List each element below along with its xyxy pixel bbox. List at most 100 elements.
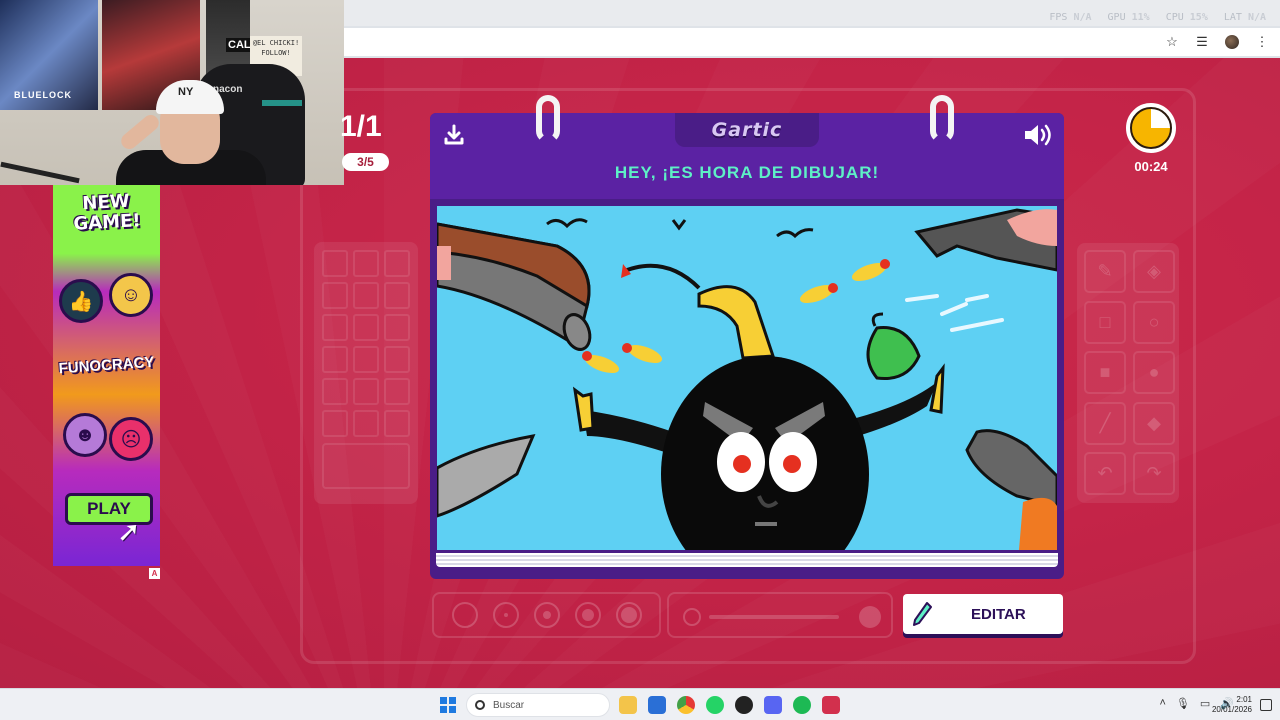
taskbar-search[interactable]: Buscar: [466, 693, 610, 717]
color-swatch[interactable]: [353, 314, 379, 341]
bucket-icon[interactable]: ◆: [1133, 401, 1175, 445]
color-swatch[interactable]: [384, 378, 410, 405]
brush-size-selector: [432, 592, 661, 638]
color-swatch[interactable]: [384, 282, 410, 309]
rect-fill-icon[interactable]: ■: [1084, 351, 1126, 395]
angry-face-icon: ☹: [109, 417, 153, 461]
circle-fill-icon[interactable]: ●: [1133, 351, 1175, 395]
cap-logo: NY: [178, 86, 194, 98]
address-bar[interactable]: [340, 28, 1280, 56]
knife-bottom-left: [437, 434, 536, 518]
custom-color-slot[interactable]: [322, 443, 410, 489]
binder-ring: [536, 95, 560, 143]
poster-title: BLUELOCK: [14, 90, 72, 100]
perf-gpu: GPU 11%: [1107, 12, 1150, 23]
rect-outline-icon[interactable]: □: [1084, 300, 1126, 344]
color-swatch[interactable]: [353, 378, 379, 405]
edit-button-label: EDITAR: [971, 605, 1026, 623]
eraser-icon[interactable]: ◈: [1133, 250, 1175, 293]
color-swatch[interactable]: [384, 314, 410, 341]
color-swatch[interactable]: [353, 250, 379, 277]
bullet-doodle: [851, 259, 890, 282]
color-swatch[interactable]: [353, 410, 379, 437]
discord-icon[interactable]: [764, 696, 782, 714]
media-control-icon[interactable]: ☰: [1194, 34, 1210, 50]
green-bomb: [866, 326, 921, 381]
browser-toolbar-icons: ☆ ☰ ⋮: [1164, 34, 1270, 50]
color-swatch[interactable]: [353, 282, 379, 309]
ad-brand: FUNOCRACY: [58, 353, 155, 378]
color-swatch[interactable]: [384, 250, 410, 277]
chrome-icon[interactable]: [677, 696, 695, 714]
circle-outline-icon[interactable]: ○: [1133, 300, 1175, 344]
bullet-doodle: [582, 351, 620, 374]
speaker-icon[interactable]: [1022, 123, 1054, 147]
color-swatch[interactable]: [322, 250, 348, 277]
opacity-handle[interactable]: [859, 606, 881, 628]
color-swatch[interactable]: [322, 282, 348, 309]
spotify-icon[interactable]: [793, 696, 811, 714]
file-explorer-icon[interactable]: [619, 696, 637, 714]
brush-size-5[interactable]: [615, 602, 642, 628]
chainsaw: [965, 429, 1057, 508]
color-swatch[interactable]: [353, 346, 379, 373]
search-icon: [475, 700, 485, 710]
drawing-canvas[interactable]: [434, 203, 1060, 553]
character-face-icon: ☺: [109, 273, 153, 317]
color-swatch[interactable]: [384, 346, 410, 373]
star-icon[interactable]: ☆: [1164, 34, 1180, 50]
bird-doodle: [776, 228, 814, 239]
edit-button[interactable]: EDITAR: [903, 594, 1063, 634]
color-palette: [314, 242, 418, 504]
drawing-artwork: [437, 208, 1057, 550]
tool-panel: ✎ ◈ □ ○ ■ ● ╱ ◆ ↶ ↷: [1077, 243, 1179, 503]
store-icon[interactable]: [648, 696, 666, 714]
pencil-icon[interactable]: ✎: [1084, 250, 1126, 293]
wind-lines: [905, 294, 1004, 332]
brush-size-3[interactable]: [533, 602, 560, 628]
color-swatch[interactable]: [322, 346, 348, 373]
ad-choices-badge[interactable]: A: [149, 568, 160, 579]
monitor-icon[interactable]: ▭: [1200, 697, 1210, 710]
perf-fps: FPS N/A: [1049, 12, 1092, 23]
obs-icon[interactable]: [735, 696, 753, 714]
notification-icon[interactable]: [1260, 699, 1272, 711]
bird-doodle: [671, 219, 687, 231]
bomb-body: [661, 356, 869, 550]
opacity-track[interactable]: [709, 615, 839, 619]
cursor-icon: ➚: [117, 516, 141, 547]
undo-icon[interactable]: ↶: [1084, 452, 1126, 496]
draw-prompt-headline: HEY, ¡ES HORA DE DIBUJAR!: [614, 163, 880, 182]
kebab-menu-icon[interactable]: ⋮: [1254, 34, 1270, 50]
taskbar-clock[interactable]: 2:01 20/01/2026: [1212, 695, 1252, 715]
download-icon[interactable]: [442, 123, 466, 147]
clock-date: 20/01/2026: [1211, 705, 1252, 714]
brush-size-2[interactable]: [492, 602, 519, 628]
color-swatch[interactable]: [322, 378, 348, 405]
app-icon-red[interactable]: [822, 696, 840, 714]
performance-overlay: FPS N/A GPU 11% CPU 15% LAT N/A: [1049, 12, 1266, 23]
ad-banner[interactable]: NEW GAME! 👍 ☺ FUNOCRACY ☻ ☹ PLAY ➚: [53, 185, 160, 566]
taskbar-search-placeholder: Buscar: [493, 699, 525, 711]
brush-size-1[interactable]: [451, 602, 478, 628]
whatsapp-icon[interactable]: [706, 696, 724, 714]
led-strip: [262, 100, 302, 106]
color-swatch[interactable]: [322, 410, 348, 437]
line-icon[interactable]: ╱: [1084, 401, 1126, 445]
redo-icon[interactable]: ↷: [1133, 452, 1175, 496]
windows-start-icon[interactable]: [440, 697, 456, 713]
chevron-up-icon[interactable]: ˄: [1159, 697, 1165, 710]
color-swatch[interactable]: [322, 314, 348, 341]
opacity-slider[interactable]: [667, 592, 893, 638]
perf-lat: LAT N/A: [1223, 12, 1266, 23]
bomb-fuse: [626, 263, 701, 290]
color-swatch[interactable]: [384, 410, 410, 437]
poster-cal-text: CAL: [226, 38, 253, 52]
profile-avatar[interactable]: [1224, 34, 1240, 50]
palette-grid: [322, 250, 410, 437]
brush-size-4[interactable]: [574, 602, 601, 628]
binder-ring: [930, 95, 954, 143]
windows-taskbar: Buscar ˄ 🎙 ▭ 🔊 2:01 20/01/2026: [0, 688, 1280, 720]
timer-text: 00:24: [1134, 159, 1168, 174]
microphone-icon[interactable]: 🎙: [1176, 697, 1190, 710]
